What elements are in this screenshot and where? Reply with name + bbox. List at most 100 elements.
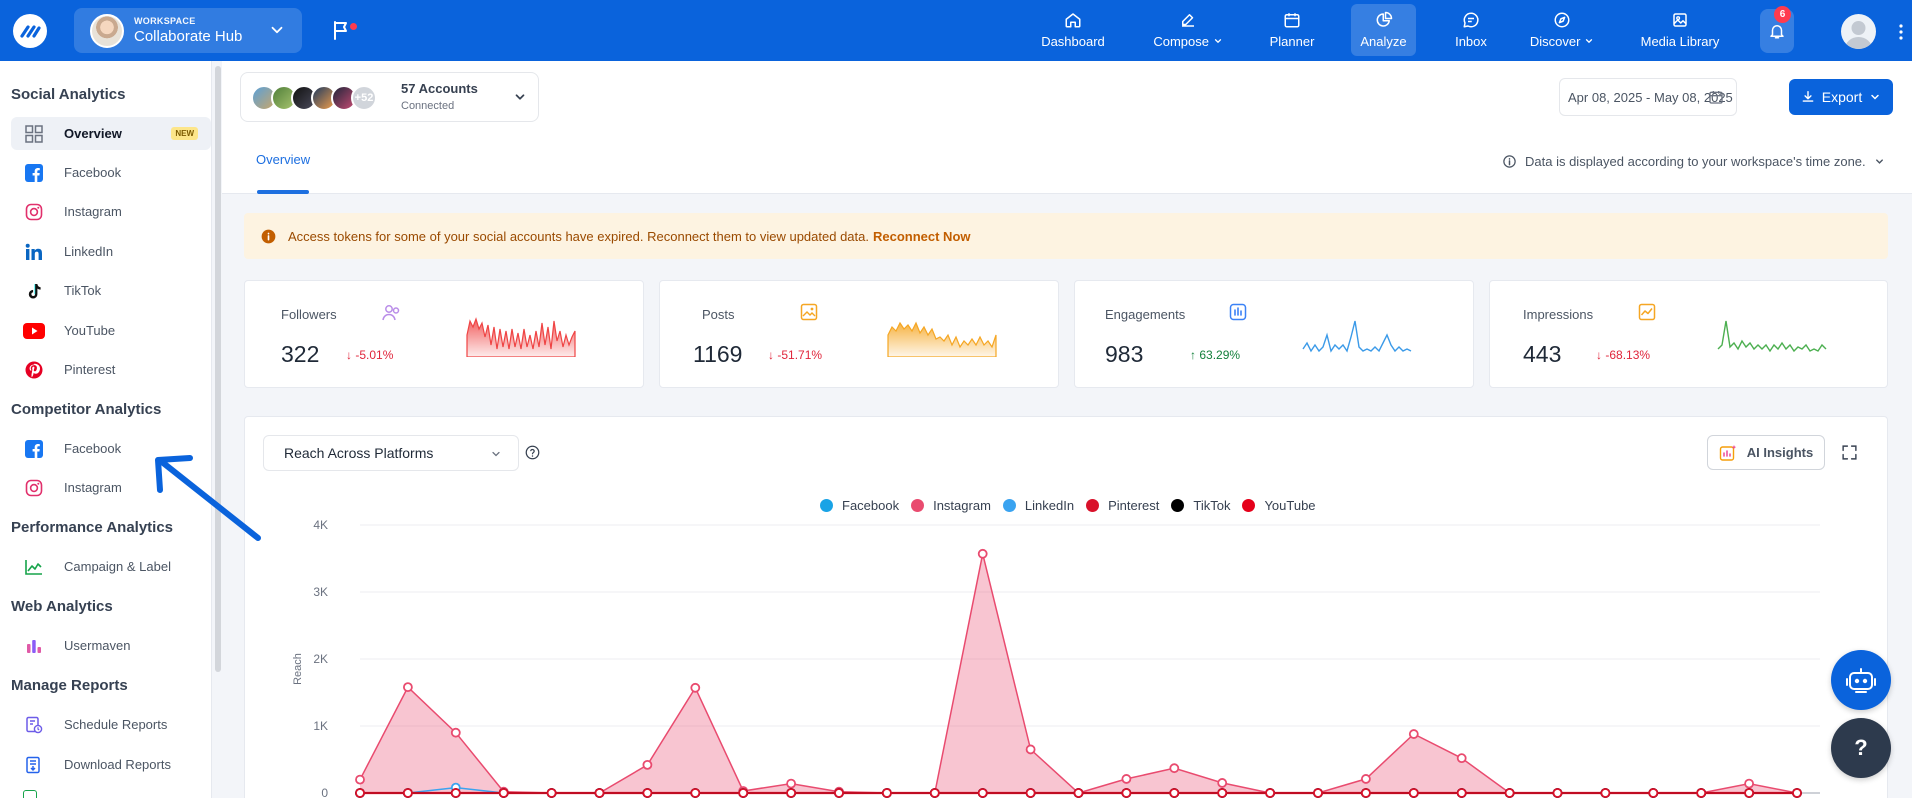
warning-icon [261, 229, 276, 243]
data-point-instagram [1025, 744, 1036, 755]
sidebar-item-label: Campaign & Label [64, 559, 171, 574]
followers-icon [382, 305, 400, 321]
posts-sparkline [887, 321, 997, 357]
data-point-pinterest [1792, 788, 1802, 798]
ai-insights-button[interactable]: AI Insights [1707, 435, 1825, 470]
more-vertical-icon[interactable] [1898, 24, 1904, 40]
user-icon [1845, 21, 1872, 49]
data-point-pinterest [403, 788, 413, 798]
data-point-instagram [690, 682, 701, 693]
engagements-sparkline [1302, 320, 1412, 353]
timezone-note[interactable]: Data is displayed according to your work… [1502, 154, 1885, 169]
legend-item-pinterest[interactable]: Pinterest [1086, 498, 1159, 513]
kpi-value: 983 [1105, 341, 1144, 367]
sidebar-scrollbar[interactable] [215, 66, 221, 672]
compass-icon [1554, 12, 1570, 28]
nav-planner-label: Planner [1269, 34, 1315, 49]
legend-label: Instagram [933, 498, 991, 513]
sidebar-item-tiktok[interactable]: TikTok [11, 274, 211, 307]
legend-item-linkedin[interactable]: LinkedIn [1002, 498, 1074, 513]
new-badge: NEW [171, 127, 198, 140]
sidebar-item-youtube[interactable]: YouTube [11, 314, 211, 347]
data-point-pinterest [546, 788, 557, 798]
data-point-instagram [1744, 778, 1754, 789]
sidebar-item-label: Pinterest [64, 362, 116, 377]
facebook-icon [23, 162, 45, 184]
download-icon [1802, 91, 1814, 102]
y-tick-label: 0 [321, 786, 328, 798]
notification-count-badge: 6 [1774, 6, 1791, 23]
sidebar-item-label: Facebook [64, 165, 122, 180]
data-point-pinterest [834, 788, 844, 798]
workspace-switcher[interactable]: WORKSPACE Collaborate Hub [74, 8, 302, 53]
tab-overview[interactable]: Overview [256, 152, 310, 167]
data-point-pinterest [977, 788, 988, 798]
y-tick-label: 2K [313, 652, 328, 666]
nav-media-library[interactable]: Media Library [1632, 4, 1728, 56]
engagement-bars-icon [1229, 303, 1247, 321]
legend-item-tiktok[interactable]: TikTok [1171, 498, 1230, 513]
help-circle-icon[interactable] [525, 445, 540, 460]
sidebar-item-usermaven[interactable]: Usermaven [11, 629, 211, 662]
sidebar-item-overview[interactable]: Overview NEW [11, 117, 211, 150]
bell-icon [1770, 25, 1784, 39]
legend-label: TikTok [1193, 498, 1231, 513]
user-avatar[interactable] [1841, 14, 1876, 49]
flag-icon[interactable] [332, 20, 350, 40]
sidebar-item-pinterest[interactable]: Pinterest [11, 353, 211, 386]
data-point-pinterest [1696, 788, 1707, 798]
export-button[interactable]: Export [1789, 79, 1893, 115]
impressions-sparkline [1717, 320, 1827, 353]
nav-dashboard[interactable]: Dashboard [1032, 4, 1114, 56]
expand-icon[interactable] [1841, 444, 1858, 461]
kpi-label: Followers [281, 307, 337, 322]
sidebar-item-instagram[interactable]: Instagram [11, 195, 211, 228]
sidebar-item-campaign-label[interactable]: Campaign & Label [11, 550, 211, 583]
nav-analyze[interactable]: Analyze [1351, 4, 1416, 56]
top-bar: WORKSPACE Collaborate Hub Dashboard Comp… [0, 0, 1912, 61]
grid-icon [23, 123, 45, 145]
chatbot-button[interactable] [1831, 650, 1891, 710]
nav-compose[interactable]: Compose [1142, 4, 1234, 56]
timezone-note-text: Data is displayed according to your work… [1525, 154, 1866, 169]
chart-metric-selector[interactable]: Reach Across Platforms [263, 435, 519, 471]
data-point-pinterest [690, 788, 701, 798]
nav-inbox[interactable]: Inbox [1446, 4, 1496, 56]
kpi-delta: ↓ -68.13% [1596, 348, 1651, 362]
legend-label: YouTube [1264, 498, 1316, 513]
annotation-arrow [155, 455, 261, 541]
followers-sparkline [466, 317, 576, 357]
legend-item-youtube[interactable]: YouTube [1242, 498, 1316, 513]
reconnect-now-link[interactable]: Reconnect Now [873, 229, 971, 244]
legend-item-facebook[interactable]: Facebook [820, 498, 899, 513]
data-point-pinterest [1648, 788, 1659, 798]
instagram-icon [23, 201, 45, 223]
help-button[interactable]: ? [1831, 718, 1891, 778]
sidebar-heading-performance-analytics: Performance Analytics [11, 519, 174, 536]
app-logo[interactable] [13, 14, 47, 48]
chevron-down-icon [492, 451, 500, 457]
chart-pie-icon [1376, 11, 1392, 27]
nav-dashboard-label: Dashboard [1041, 34, 1105, 49]
data-point-pinterest [1408, 788, 1419, 798]
nav-discover-label: Discover [1530, 34, 1594, 49]
nav-planner[interactable]: Planner [1262, 4, 1322, 56]
nav-discover[interactable]: Discover [1524, 4, 1600, 56]
date-range-picker[interactable]: Apr 08, 2025 - May 08, 2025 [1559, 78, 1737, 116]
more-accounts-badge: +52 [351, 85, 377, 111]
data-point-instagram [403, 682, 413, 693]
data-point-instagram [1456, 753, 1467, 764]
sidebar-item-linkedin[interactable]: LinkedIn [11, 235, 211, 268]
sidebar-item-facebook[interactable]: Facebook [11, 156, 211, 189]
line-chart-icon [23, 556, 45, 578]
kpi-value: 322 [281, 341, 320, 367]
chevron-down-icon [1875, 159, 1883, 164]
impressions-chart-icon [1638, 303, 1656, 321]
sidebar-heading-web-analytics: Web Analytics [11, 598, 113, 615]
kpi-label: Posts [702, 307, 735, 322]
accounts-selector[interactable]: +52 57 Accounts Connected [240, 72, 539, 122]
sidebar-item-schedule-reports[interactable]: Schedule Reports [11, 708, 211, 741]
legend-item-instagram[interactable]: Instagram [911, 498, 991, 513]
sidebar-heading-competitor-analytics: Competitor Analytics [11, 401, 162, 418]
sidebar-item-download-reports[interactable]: Download Reports [11, 748, 211, 781]
